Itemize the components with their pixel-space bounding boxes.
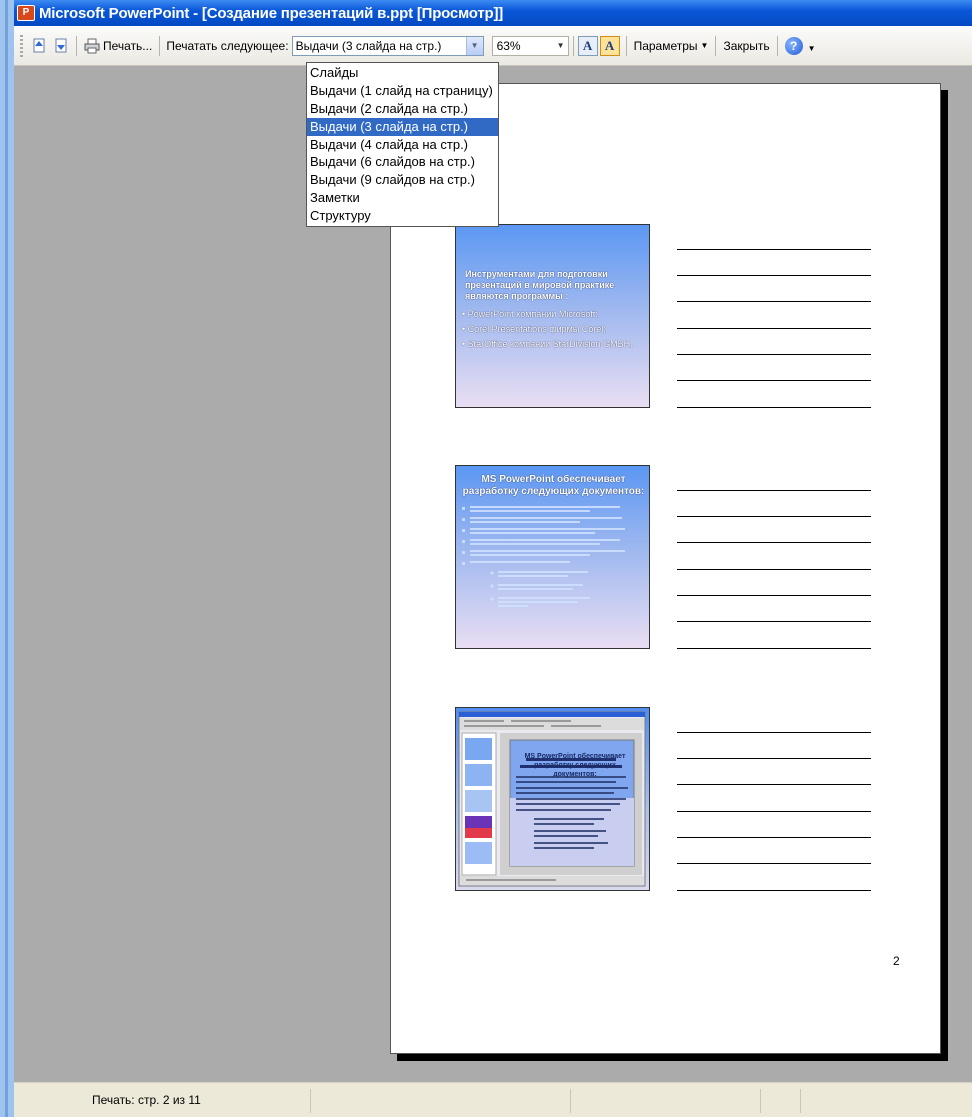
slide-3-heading: MS PowerPoint обеспечивает разработку сл… (524, 753, 626, 778)
toolbar-separator (572, 35, 574, 56)
slide-1-bullet: • StarOffice компании StarDivision GMBH. (462, 339, 633, 349)
status-page-info: Печать: стр. 2 из 11 (92, 1093, 201, 1107)
chevron-down-icon[interactable]: ▼ (554, 41, 568, 50)
close-preview-button[interactable]: Закрыть (720, 35, 772, 57)
slide-1-bullet: • Corel Presentations фирмы Corel; (462, 324, 606, 334)
zoom-value: 63% (496, 38, 521, 53)
print-what-dropdown-list[interactable]: Слайды Выдачи (1 слайд на страницу) Выда… (306, 62, 499, 227)
note-line (677, 863, 871, 864)
close-label: Закрыть (723, 38, 770, 53)
note-line (677, 595, 871, 596)
note-line (677, 732, 871, 733)
dropdown-option[interactable]: Выдачи (4 слайда на стр.) (307, 136, 498, 154)
status-panel-divider (800, 1089, 801, 1113)
color-toggle-button[interactable]: A (599, 35, 620, 56)
previous-page-button[interactable] (28, 35, 50, 57)
status-panel-divider (310, 1089, 311, 1113)
options-label: Параметры (633, 38, 698, 53)
print-what-select[interactable]: Выдачи (3 слайда на стр.) ▼ (291, 35, 484, 56)
status-panel-divider (760, 1089, 761, 1113)
note-line (677, 516, 871, 517)
status-panel-divider (570, 1089, 571, 1113)
note-line (677, 328, 871, 329)
chevron-down-icon[interactable]: ▼ (465, 36, 483, 55)
note-line (677, 784, 871, 785)
title-bar: P Microsoft PowerPoint - [Создание презе… (14, 0, 972, 26)
printer-icon (84, 38, 100, 54)
toolbar-separator (776, 35, 778, 56)
left-border-line (5, 0, 8, 1117)
zoom-select[interactable]: 63% ▼ (491, 35, 569, 56)
toolbar-separator (715, 35, 717, 56)
print-preview-toolbar: Печать... Печатать следующее: Выдачи (3 … (14, 26, 972, 66)
next-page-button[interactable] (50, 35, 72, 57)
page-number: 2 (893, 954, 900, 968)
status-bar: Печать: стр. 2 из 11 (14, 1082, 972, 1117)
dropdown-option[interactable]: Выдачи (9 слайдов на стр.) (307, 171, 498, 189)
grayscale-toggle-button[interactable]: A (577, 35, 598, 56)
toolbar-grip[interactable] (20, 34, 23, 57)
note-line (677, 621, 871, 622)
slide-3-screenshot-image (458, 711, 646, 887)
toolbar-options-chevron-icon[interactable]: ▼ (808, 44, 816, 53)
left-border (0, 0, 14, 1117)
slide-2-body-text (462, 506, 625, 607)
note-line (677, 301, 871, 302)
dropdown-option[interactable]: Выдачи (1 слайд на страницу) (307, 82, 498, 100)
next-page-icon (53, 38, 69, 54)
note-line (677, 542, 871, 543)
dropdown-option-selected[interactable]: Выдачи (3 слайда на стр.) (307, 117, 498, 136)
slide-thumbnail-3: MS PowerPoint обеспечивает разработку сл… (455, 707, 650, 891)
note-line (677, 648, 871, 649)
note-line (677, 407, 871, 408)
chevron-down-icon: ▼ (700, 41, 709, 50)
note-line (677, 837, 871, 838)
print-label: Печать... (103, 38, 153, 53)
slide-2-heading: MS PowerPoint обеспечивает разработку сл… (462, 474, 645, 497)
handout-page: Инструментами для подготовки презентаций… (390, 83, 941, 1054)
slide-thumbnail-2: MS PowerPoint обеспечивает разработку сл… (455, 465, 650, 649)
print-what-value: Выдачи (3 слайда на стр.) (295, 38, 442, 53)
note-line (677, 569, 871, 570)
note-line (677, 758, 871, 759)
note-line (677, 890, 871, 891)
dropdown-option[interactable]: Выдачи (2 слайда на стр.) (307, 100, 498, 118)
print-what-label: Печатать следующее: (166, 38, 289, 53)
note-line (677, 249, 871, 250)
powerpoint-app-icon[interactable]: P (17, 5, 35, 21)
slide-1-heading: Инструментами для подготовки презентаций… (465, 269, 615, 301)
help-icon: ? (784, 36, 803, 55)
slide-1-bullets: • PowerPoint компании Microsoft; • Corel… (462, 309, 648, 350)
slide-thumbnail-1: Инструментами для подготовки презентаций… (455, 224, 650, 408)
help-button[interactable]: ? (782, 35, 806, 57)
note-line (677, 490, 871, 491)
toolbar-separator (625, 35, 627, 56)
note-line (677, 380, 871, 381)
note-line (677, 811, 871, 812)
dropdown-option[interactable]: Слайды (307, 64, 498, 82)
window-title: Microsoft PowerPoint - [Создание презент… (39, 4, 504, 22)
dropdown-option[interactable]: Структуру (307, 207, 498, 225)
slide-1-bullet: • PowerPoint компании Microsoft; (462, 309, 598, 319)
dropdown-option[interactable]: Заметки (307, 189, 498, 207)
toolbar-separator (76, 35, 77, 56)
options-menu-button[interactable]: Параметры ▼ (631, 35, 712, 57)
note-line (677, 275, 871, 276)
note-line (677, 354, 871, 355)
dropdown-option[interactable]: Выдачи (6 слайдов на стр.) (307, 153, 498, 171)
print-button[interactable]: Печать... (81, 35, 155, 57)
toolbar-separator (159, 35, 161, 56)
previous-page-icon (31, 38, 47, 54)
